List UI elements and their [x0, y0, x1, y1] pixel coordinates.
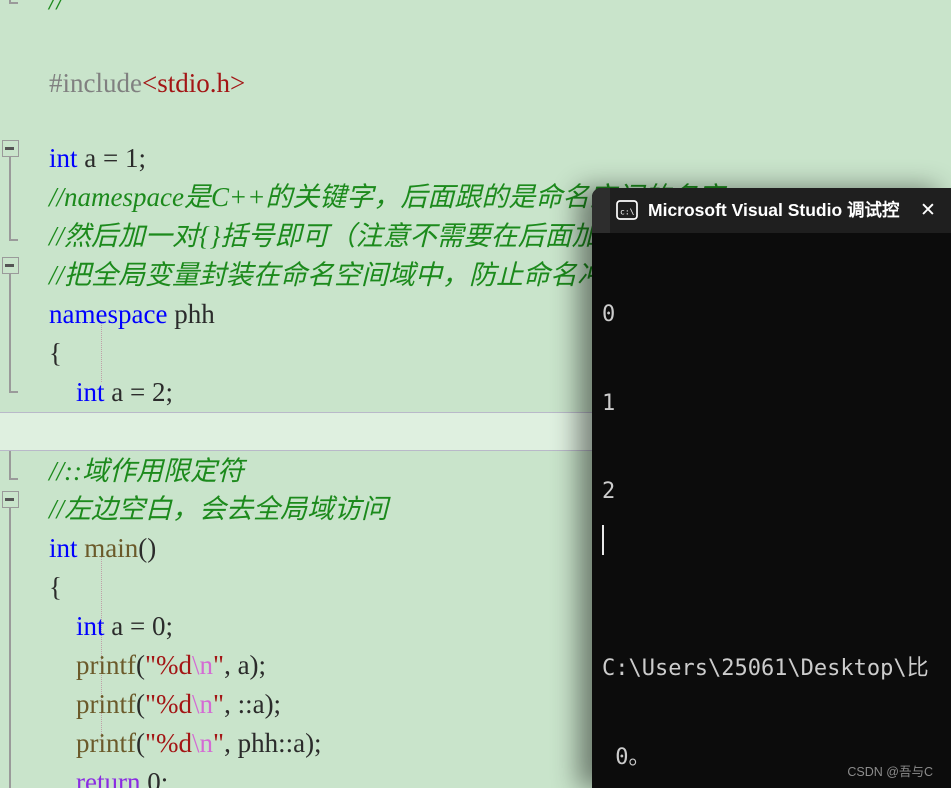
code-line-4[interactable]: int a = 1; — [0, 100, 951, 173]
console-window[interactable]: c:\ Microsoft Visual Studio 调试控 ✕ 0 1 2 … — [592, 188, 951, 788]
console-cursor — [602, 525, 604, 555]
console-line: 0 — [602, 302, 616, 327]
svg-text:c:\: c:\ — [620, 208, 635, 217]
code-line-1[interactable]: // — [0, 0, 951, 16]
console-titlebar[interactable]: c:\ Microsoft Visual Studio 调试控 ✕ — [592, 188, 951, 233]
console-tabstrip — [592, 188, 610, 233]
code-line-5[interactable]: //namespace是C++的关键字，后面跟的是命名空间的名字 — [0, 139, 951, 212]
code-line-3[interactable] — [0, 61, 951, 100]
code-token-comment: // — [49, 0, 65, 15]
terminal-icon: c:\ — [616, 200, 638, 220]
console-line: 1 — [602, 390, 616, 416]
code-line-2[interactable]: #include<stdio.h> — [0, 16, 951, 98]
console-line: C:\Users\25061\Desktop\比 — [602, 656, 929, 681]
watermark: CSDN @吾与C — [847, 765, 933, 779]
console-title: Microsoft Visual Studio 调试控 — [648, 200, 900, 220]
console-output[interactable]: 0 1 2 C:\Users\25061\Desktop\比 0。 要在调试停止… — [592, 233, 951, 788]
close-icon[interactable]: ✕ — [915, 199, 941, 223]
console-line: 2 — [602, 479, 616, 504]
